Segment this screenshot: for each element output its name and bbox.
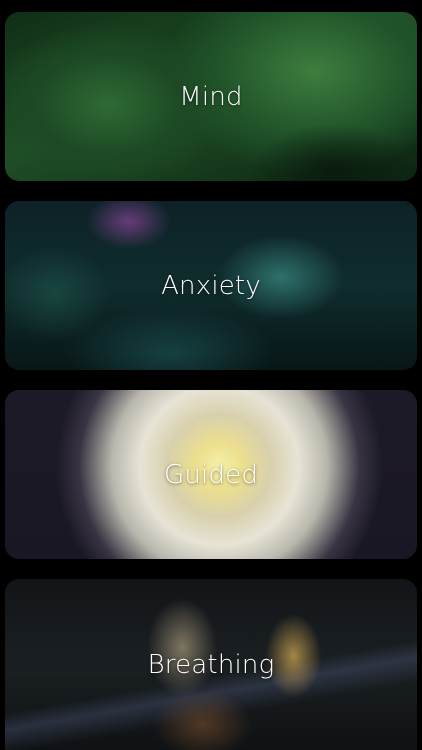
category-card-guided[interactable]: Guided: [5, 390, 417, 559]
category-card-mind[interactable]: Mind: [5, 12, 417, 181]
category-card-breathing[interactable]: Breathing: [5, 579, 417, 750]
category-label-mind: Mind: [179, 81, 243, 112]
category-card-anxiety[interactable]: Anxiety: [5, 201, 417, 370]
category-label-breathing: Breathing: [147, 649, 275, 680]
category-label-guided: Guided: [163, 459, 259, 490]
category-label-anxiety: Anxiety: [161, 270, 261, 301]
